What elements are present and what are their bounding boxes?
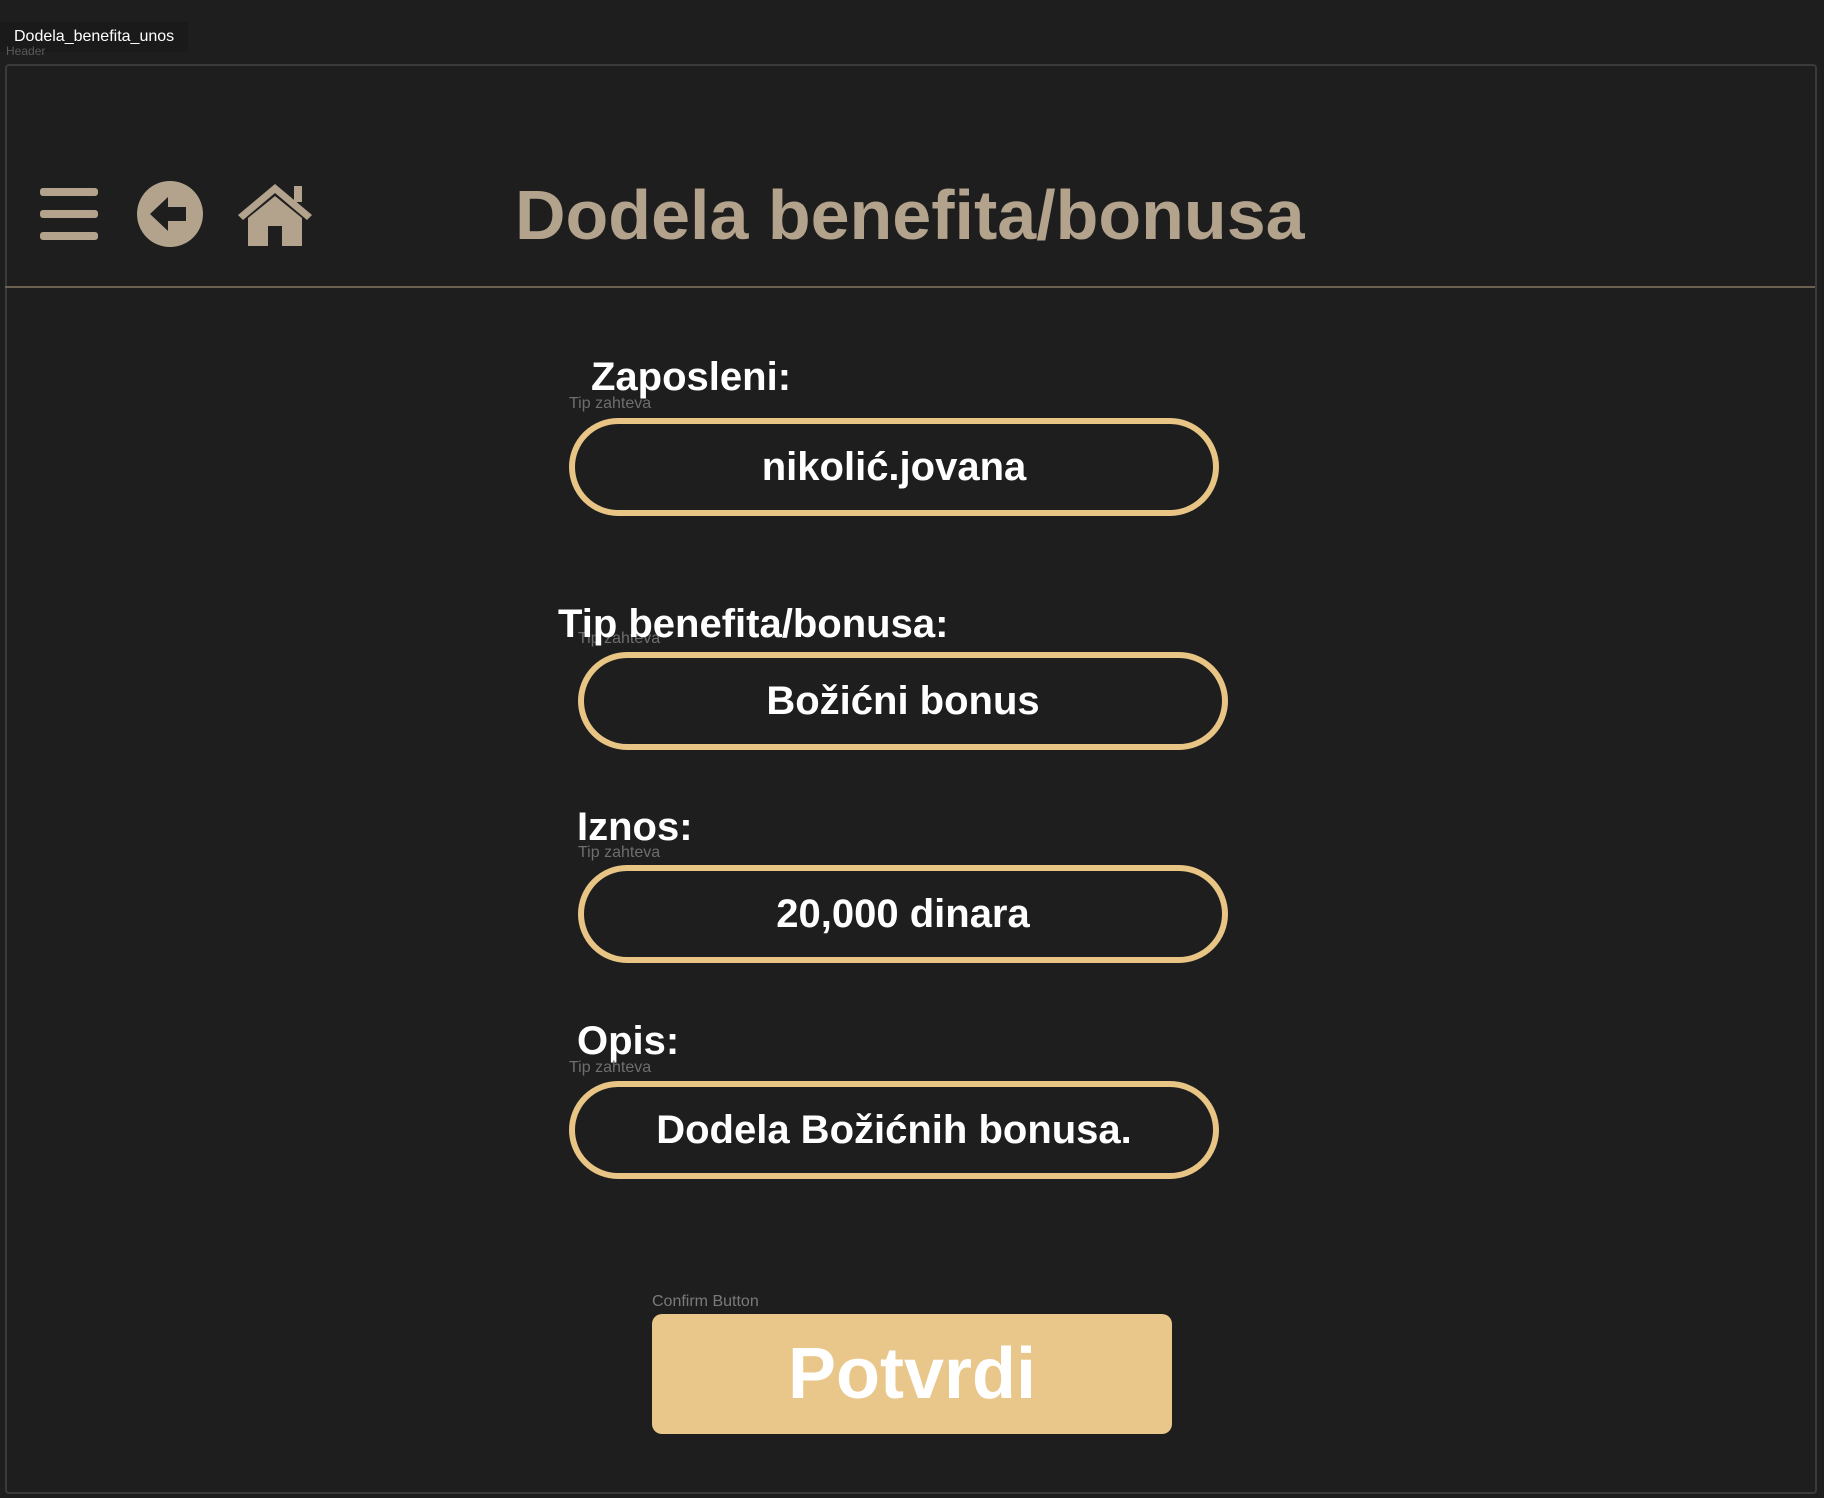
header-divider xyxy=(5,286,1815,288)
back-arrow-icon[interactable] xyxy=(136,180,204,248)
description-field[interactable]: Dodela Božićnih bonusa. xyxy=(569,1081,1219,1179)
confirm-button[interactable]: Potvrdi xyxy=(652,1314,1172,1434)
employee-hint: Tip zahteva xyxy=(569,395,652,412)
amount-hint: Tip zahteva xyxy=(578,844,661,861)
home-icon[interactable] xyxy=(234,180,316,248)
confirm-hint: Confirm Button xyxy=(652,1293,759,1310)
employee-label: Zaposleni: xyxy=(591,355,792,399)
menu-icon[interactable] xyxy=(38,186,100,242)
benefit-type-label: Tip benefita/bonusa: xyxy=(558,602,949,646)
benefit-type-field[interactable]: Božićni bonus xyxy=(578,652,1228,750)
frame-underlabel: Header xyxy=(6,44,46,58)
description-label: Opis: xyxy=(577,1019,680,1063)
description-hint: Tip zahteva xyxy=(569,1059,652,1076)
employee-field[interactable]: nikolić.jovana xyxy=(569,418,1219,516)
page-title: Dodela benefita/bonusa xyxy=(515,176,1305,254)
amount-field[interactable]: 20,000 dinara xyxy=(578,865,1228,963)
